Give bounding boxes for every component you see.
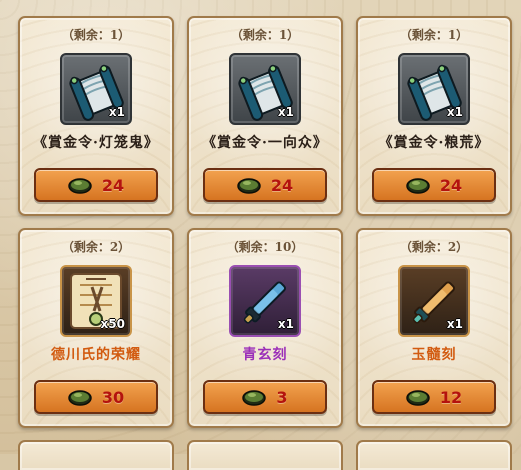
item-name: 德川氏的荣耀 [51,347,141,363]
buy-button[interactable]: 30 [34,380,158,414]
jade-coin-icon [68,176,92,194]
remaining-label: （剩余：1） [399,28,469,42]
shop-item-card[interactable]: （剩余：10） x1 青玄刻 3 [187,228,343,428]
scroll-icon: x1 [398,53,470,125]
price-label: 30 [101,387,125,407]
item-name: 《賞金令·粮荒》 [378,135,490,151]
item-count: x1 [446,317,463,331]
jade-coin-icon [68,388,92,406]
shop-item-card-partial [356,440,512,470]
jade-coin-icon [242,388,267,406]
banner-icon: x50 [60,265,132,337]
scroll-icon: x1 [229,53,301,125]
item-name: 青玄刻 [242,347,288,363]
jade-coin-icon [406,176,430,194]
shop-item-card[interactable]: （剩余：2） x1 玉髓刻 12 [356,228,512,428]
shop-grid: （剩余：1） x1 《賞金令·灯笼鬼》 24 （剩余：1） x1 《賞金令·一向… [0,0,521,470]
buy-button[interactable]: 12 [372,380,496,414]
buy-button[interactable]: 24 [372,168,496,202]
shop-item-card[interactable]: （剩余：2） x50 德川氏的荣耀 30 [18,228,174,428]
shop-item-card-partial [18,440,174,470]
buy-button[interactable]: 3 [203,380,327,414]
scroll-icon: x1 [60,53,132,125]
remaining-label: （剩余：1） [230,28,300,42]
buy-button[interactable]: 24 [34,168,158,202]
item-name: 《賞金令·灯笼鬼》 [33,135,159,151]
item-count: x50 [100,317,125,331]
price-label: 24 [439,175,463,195]
shop-item-card[interactable]: （剩余：1） x1 《賞金令·粮荒》 24 [356,16,512,216]
remaining-label: （剩余：2） [399,240,469,254]
blade-icon: x1 [229,265,301,337]
price-label: 24 [101,175,125,195]
item-count: x1 [446,105,463,119]
jade-coin-icon [406,388,430,406]
item-count: x1 [277,105,294,119]
remaining-label: （剩余：2） [61,240,131,254]
buy-button[interactable]: 24 [203,168,327,202]
shop-item-card[interactable]: （剩余：1） x1 《賞金令·一向众》 24 [187,16,343,216]
price-label: 12 [439,387,463,407]
blade-icon: x1 [398,265,470,337]
remaining-label: （剩余：10） [226,240,304,254]
item-count: x1 [108,105,125,119]
jade-coin-icon [237,176,261,194]
item-name: 《賞金令·一向众》 [202,135,328,151]
price-label: 24 [270,175,294,195]
item-count: x1 [277,317,294,331]
shop-item-card-partial [187,440,343,470]
price-label: 3 [276,387,288,407]
item-name: 玉髓刻 [411,347,457,363]
remaining-label: （剩余：1） [61,28,131,42]
shop-item-card[interactable]: （剩余：1） x1 《賞金令·灯笼鬼》 24 [18,16,174,216]
